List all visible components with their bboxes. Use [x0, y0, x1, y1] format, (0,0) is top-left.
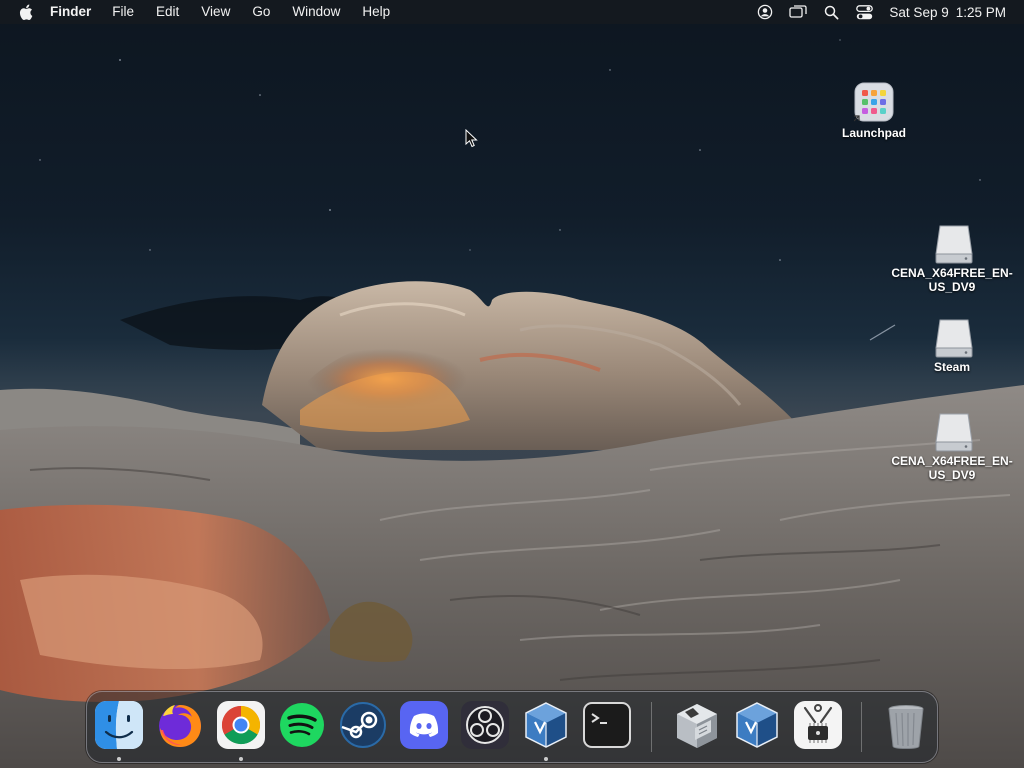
spotify-icon: [280, 703, 324, 747]
terminal-icon: [583, 702, 631, 748]
dock-separator: [861, 702, 862, 752]
running-indicator: [117, 757, 121, 761]
menu-bar: Finder File Edit View Go Window Help Sat…: [0, 0, 1024, 24]
dock-item-virtualbox-recent[interactable]: [732, 700, 782, 750]
dock-separator: [651, 702, 652, 752]
spotlight-search-icon[interactable]: [820, 0, 842, 24]
firefox-icon: [159, 705, 201, 747]
user-account-icon[interactable]: [754, 0, 776, 24]
steam-icon: [340, 702, 386, 748]
menu-window[interactable]: Window: [292, 0, 340, 24]
status-area: Sat Sep 9 1:25 PM: [743, 0, 1006, 24]
desktop-icon-label: CENA_X64FREE_EN-US_DV9: [891, 266, 1013, 294]
menu-edit[interactable]: Edit: [156, 0, 179, 24]
dock-item-discord[interactable]: [399, 700, 449, 750]
finder-icon: [95, 701, 143, 749]
launchpad-icon: [853, 82, 894, 122]
dock-item-steam[interactable]: [338, 700, 388, 750]
obs-icon: [461, 701, 509, 749]
control-center-icon[interactable]: [853, 0, 875, 24]
desktop-icon-label: CENA_X64FREE_EN-US_DV9: [891, 454, 1013, 482]
dock-item-terminal[interactable]: [582, 700, 632, 750]
system-information-icon: [794, 701, 842, 749]
dock-item-obs[interactable]: [460, 700, 510, 750]
menu-go[interactable]: Go: [252, 0, 270, 24]
running-indicator: [544, 757, 548, 761]
dock: [86, 691, 938, 763]
menu-view[interactable]: View: [201, 0, 230, 24]
dock-item-chrome[interactable]: [216, 700, 266, 750]
desktop-icon-cena-volume-1[interactable]: CENA_X64FREE_EN-US_DV9: [887, 222, 1017, 294]
clock-date: Sat Sep 9: [889, 4, 949, 20]
dock-item-firefox[interactable]: [155, 700, 205, 750]
disk-image-icon: [932, 410, 973, 452]
menu-file[interactable]: File: [112, 0, 134, 24]
chrome-icon: [217, 701, 265, 749]
disk-image-icon: [932, 222, 973, 264]
desktop-icon-cena-volume-2[interactable]: CENA_X64FREE_EN-US_DV9: [887, 410, 1017, 482]
menu-help[interactable]: Help: [362, 0, 390, 24]
desktop-icon-label: Launchpad: [841, 126, 906, 140]
dock-item-trash[interactable]: [881, 700, 931, 750]
disk-image-icon: [932, 316, 973, 358]
clock-time: 1:25 PM: [955, 4, 1006, 20]
desktop-icon-steam-volume[interactable]: Steam: [887, 316, 1017, 374]
dock-item-spotify[interactable]: [277, 700, 327, 750]
desktop-icon-label: Steam: [933, 360, 971, 374]
trash-icon: [888, 705, 924, 750]
menu-bar-clock[interactable]: Sat Sep 9 1:25 PM: [889, 5, 1006, 20]
dock-item-bootcamp[interactable]: [671, 700, 721, 750]
virtualbox-icon: [736, 702, 778, 748]
dock-item-system-information[interactable]: [793, 700, 843, 750]
dock-item-virtualbox[interactable]: [521, 700, 571, 750]
discord-icon: [400, 701, 448, 749]
screen-mirroring-icon[interactable]: [787, 0, 809, 24]
desktop-icon-launchpad[interactable]: Launchpad: [809, 82, 939, 140]
menu-app-finder[interactable]: Finder: [50, 0, 91, 24]
virtualbox-icon: [525, 702, 567, 748]
bootcamp-icon: [677, 704, 717, 748]
dock-item-finder[interactable]: [94, 700, 144, 750]
mouse-pointer-icon: [465, 128, 479, 154]
running-indicator: [239, 757, 243, 761]
apple-logo-icon[interactable]: [16, 0, 36, 24]
